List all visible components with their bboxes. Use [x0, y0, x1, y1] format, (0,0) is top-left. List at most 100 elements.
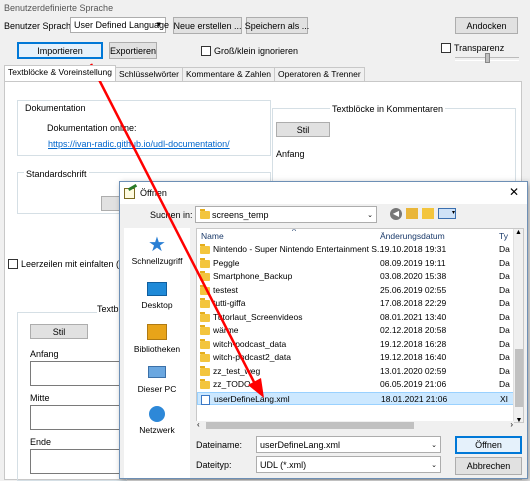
- folder-icon: [200, 298, 210, 308]
- file-type: Da: [499, 352, 510, 362]
- hscroll-thumb[interactable]: [206, 422, 414, 429]
- column-header-type[interactable]: Ty: [499, 231, 508, 241]
- notepad-app-icon: [124, 183, 138, 199]
- file-list-scrollbar[interactable]: ▲ ▼: [513, 229, 523, 422]
- filename-value: userDefineLang.xml: [260, 439, 341, 450]
- scroll-right-icon[interactable]: ›: [510, 420, 513, 429]
- places-quick-access[interactable]: ★ Schnellzugriff: [124, 234, 190, 266]
- file-name: witch-podcast_data: [213, 338, 287, 349]
- textblocks-start-input[interactable]: [30, 361, 122, 386]
- file-row[interactable]: Peggle 08.09.2019 19:11 Da: [197, 257, 523, 271]
- file-date: 17.08.2018 22:29: [380, 298, 447, 308]
- file-row[interactable]: wärme 02.12.2018 20:58 Da: [197, 324, 523, 338]
- import-button[interactable]: Importieren: [17, 42, 103, 59]
- scroll-thumb[interactable]: [515, 349, 523, 407]
- file-type: Da: [499, 379, 510, 389]
- comments-style-button[interactable]: Stil: [276, 122, 330, 137]
- textblocks-end-input[interactable]: [30, 449, 122, 474]
- folder-icon: [200, 338, 210, 349]
- column-header-name[interactable]: Name: [201, 231, 224, 241]
- file-row[interactable]: zz_test_weg 13.01.2020 02:59 Da: [197, 365, 523, 379]
- transparency-slider[interactable]: [455, 53, 519, 63]
- file-date: 19.10.2018 19:31: [380, 244, 447, 254]
- comments-start-label: Anfang: [276, 149, 305, 159]
- file-row[interactable]: witch-podcast_data 19.12.2018 16:28 Da: [197, 338, 523, 352]
- window-title: Benutzerdefinierte Sprache: [4, 3, 114, 13]
- filename-input[interactable]: userDefineLang.xml ⌄: [256, 436, 441, 453]
- file-date: 08.01.2021 13:40: [380, 311, 447, 322]
- scroll-up-icon[interactable]: ▲: [514, 229, 523, 236]
- tab-comments-numbers[interactable]: Kommentare & Zahlen: [181, 67, 275, 81]
- file-type: Da: [499, 271, 510, 281]
- file-name: zz_TODO: [213, 379, 251, 389]
- tab-operators[interactable]: Operatoren & Trenner: [274, 67, 365, 81]
- textblocks-middle-label: Mitte: [30, 393, 50, 403]
- language-select[interactable]: User Defined Language ▼: [70, 17, 169, 33]
- file-date: 08.09.2019 19:11: [380, 257, 446, 268]
- file-row[interactable]: Smartphone_Backup 03.08.2020 15:38 Da: [197, 270, 523, 284]
- file-name: Smartphone_Backup: [213, 271, 293, 281]
- transparency-slider-thumb[interactable]: [485, 53, 490, 63]
- save-as-button[interactable]: Speichern als ...: [245, 17, 309, 34]
- cancel-button[interactable]: Abbrechen: [455, 457, 522, 475]
- chevron-down-icon: ⌄: [367, 211, 373, 219]
- close-icon[interactable]: ✕: [509, 185, 519, 199]
- back-icon[interactable]: ◀: [390, 208, 402, 220]
- folder-icon: [200, 379, 210, 389]
- export-button[interactable]: Exportieren: [109, 42, 157, 59]
- places-libraries[interactable]: Bibliotheken: [124, 322, 190, 354]
- folder-icon: [200, 311, 210, 322]
- file-date: 03.08.2020 15:38: [380, 271, 447, 281]
- file-row[interactable]: zz_TODO 06.05.2019 21:06 Da: [197, 378, 523, 392]
- new-language-button[interactable]: Neue erstellen ...: [173, 17, 242, 34]
- scroll-down-icon[interactable]: ▼: [514, 417, 523, 422]
- file-name: wärme: [213, 325, 239, 335]
- file-name: witch-podcast2_data: [213, 352, 291, 362]
- search-in-label: Suchen in:: [150, 210, 193, 220]
- view-menu-icon[interactable]: ▾: [438, 208, 456, 219]
- file-row[interactable]: userDefineLang.xml 18.01.2021 21:06 XI: [197, 391, 523, 405]
- file-row[interactable]: tutti-giffa 17.08.2018 22:29 Da: [197, 297, 523, 311]
- file-row[interactable]: Tutorlaut_Screenvideos 08.01.2021 13:40 Da: [197, 311, 523, 325]
- textblocks-middle-input[interactable]: [30, 405, 122, 430]
- wrap-empty-lines-checkbox[interactable]: [8, 259, 18, 269]
- places-network[interactable]: Netzwerk: [124, 404, 190, 435]
- desktop-icon: [147, 282, 167, 296]
- tab-keywords[interactable]: Schlüsselwörter: [114, 67, 183, 81]
- open-button[interactable]: Öffnen: [455, 436, 522, 454]
- search-in-select[interactable]: screens_temp ⌄: [195, 206, 377, 223]
- textblocks-style-button[interactable]: Stil: [30, 324, 88, 339]
- computer-icon: [148, 366, 166, 378]
- column-header-date[interactable]: Änderungsdatum: [380, 231, 445, 241]
- folder-icon: [200, 325, 210, 335]
- tab-textblocks[interactable]: Textblöcke & Voreinstellung: [4, 65, 116, 81]
- file-list: Name ^ Änderungsdatum Ty Nintendo - Supe…: [196, 228, 524, 423]
- folder-icon: [200, 271, 210, 281]
- dialog-title-bar: Öffnen ✕: [120, 182, 527, 204]
- new-folder-icon[interactable]: [422, 208, 434, 219]
- scroll-left-icon[interactable]: ‹: [197, 420, 200, 429]
- file-name: zz_test_weg: [213, 365, 261, 376]
- filetype-select[interactable]: UDL (*.xml) ⌄: [256, 456, 441, 473]
- transparency-checkbox[interactable]: [441, 43, 451, 53]
- file-type: Da: [499, 325, 510, 335]
- dialog-title: Öffnen: [140, 188, 167, 198]
- file-row[interactable]: Nintendo - Super Nintendo Entertainment …: [197, 243, 523, 257]
- documentation-link[interactable]: https://ivan-radic.github.io/udl-documen…: [48, 139, 230, 149]
- file-row[interactable]: testest 25.06.2019 02:55 Da: [197, 284, 523, 298]
- file-date: 18.01.2021 21:06: [381, 393, 448, 404]
- file-type: Da: [499, 338, 510, 349]
- file-row[interactable]: witch-podcast2_data 19.12.2018 16:40 Da: [197, 351, 523, 365]
- up-folder-icon[interactable]: [406, 208, 418, 219]
- folder-icon: [200, 284, 210, 295]
- places-this-pc[interactable]: Dieser PC: [124, 364, 190, 394]
- default-font-title: Standardschrift: [24, 169, 89, 179]
- ignore-case-checkbox[interactable]: [201, 46, 211, 56]
- places-desktop[interactable]: Desktop: [124, 280, 190, 310]
- file-date: 13.01.2020 02:59: [380, 365, 447, 376]
- file-type: Da: [499, 257, 510, 268]
- library-icon: [147, 324, 167, 340]
- folder-icon: [200, 244, 210, 254]
- dock-button[interactable]: Andocken: [455, 17, 518, 34]
- file-list-hscrollbar[interactable]: ‹ ›: [196, 420, 514, 430]
